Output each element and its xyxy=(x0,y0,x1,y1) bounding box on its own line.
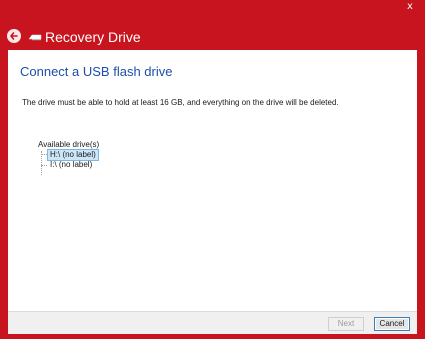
recovery-drive-window: x Recovery Drive Connect a USB flash dri… xyxy=(0,0,425,339)
wizard-footer: Next Cancel xyxy=(8,311,417,334)
page-heading: Connect a USB flash drive xyxy=(20,64,173,79)
tree-connector xyxy=(41,165,47,166)
window-title: Recovery Drive xyxy=(45,29,141,45)
wizard-content: Connect a USB flash drive The drive must… xyxy=(8,50,417,311)
next-button[interactable]: Next xyxy=(328,317,364,331)
back-button[interactable] xyxy=(7,29,21,43)
title-bar: x Recovery Drive xyxy=(0,0,425,50)
page-description: The drive must be able to hold at least … xyxy=(22,98,339,107)
close-button[interactable]: x xyxy=(400,0,420,14)
cancel-button[interactable]: Cancel xyxy=(374,317,410,331)
usb-drive-icon xyxy=(28,34,42,41)
back-arrow-icon xyxy=(10,32,18,40)
close-icon: x xyxy=(407,1,413,12)
drive-item-i[interactable]: I:\ (no label) xyxy=(48,160,94,170)
